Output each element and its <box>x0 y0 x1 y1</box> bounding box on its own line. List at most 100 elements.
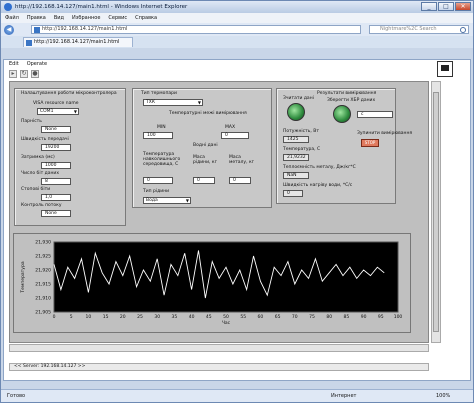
zoom-level[interactable]: 100% <box>436 393 450 399</box>
heating-rate-field: 0 <box>283 190 303 197</box>
search-placeholder: Nightmare%2C Search <box>380 26 437 32</box>
address-url: http://192.168.14.127/main1.html <box>42 26 128 32</box>
max-field[interactable]: 0 <box>221 132 249 139</box>
vertical-scrollbar[interactable] <box>431 81 441 343</box>
run-arrow-icon[interactable]: ▸ <box>9 70 17 78</box>
x-tick-label: 30 <box>154 314 160 320</box>
tab-bar: ★ http://192.168.14.127/main1.html <box>1 36 473 81</box>
minimize-button[interactable]: _ <box>421 2 437 11</box>
max-label: MAX <box>225 125 236 130</box>
sensor-type-select[interactable]: ТХК <box>143 99 203 106</box>
y-tick-label: 21,910 <box>35 296 51 302</box>
min-label: MIN <box>157 125 166 130</box>
read-data-led[interactable] <box>287 103 305 121</box>
browser-window: http://192.168.14.127/main1.html - Windo… <box>0 0 474 403</box>
water-section-label: Водні дані <box>193 143 218 148</box>
y-tick-label: 21,925 <box>35 254 51 260</box>
flow-field[interactable]: None <box>41 210 71 217</box>
x-tick-label: 25 <box>137 314 143 320</box>
y-tick-label: 21,915 <box>35 282 51 288</box>
liquid-type-select[interactable]: Вода <box>143 197 191 204</box>
baud-label: Швидкість передачі <box>21 137 69 142</box>
visa-select[interactable]: COM1 <box>37 108 79 115</box>
menu-bar: Файл Правка Вид Избранное Сервис Справка <box>1 13 473 23</box>
menu-help[interactable]: Справка <box>135 15 157 21</box>
back-button[interactable]: ◀ <box>4 24 14 35</box>
results-box: Результати вимірювання Зчитати дані Збер… <box>276 88 412 204</box>
y-axis-label: Температура <box>20 261 26 293</box>
search-icon[interactable] <box>460 27 466 33</box>
parity-field[interactable]: None <box>41 126 71 133</box>
x-tick-label: 75 <box>309 314 315 320</box>
y-tick-label: 21,905 <box>35 310 51 316</box>
mcu-settings-title: Налаштування роботи мікроконтролера <box>21 91 117 96</box>
x-tick-label: 10 <box>86 314 92 320</box>
maximize-button[interactable]: □ <box>438 2 454 11</box>
labview-toolbar: ▸ ↻ ● <box>9 70 39 78</box>
stop-button[interactable]: STOP <box>361 139 379 147</box>
server-status: << Server: 192.168.14.127 >> <box>9 363 429 371</box>
x-tick-label: 65 <box>275 314 281 320</box>
menu-edit[interactable]: Правка <box>27 15 46 21</box>
x-tick-label: 95 <box>378 314 384 320</box>
baud-field[interactable]: 19200 <box>41 144 71 151</box>
min-field[interactable]: 100 <box>143 132 173 139</box>
menu-view[interactable]: Вид <box>54 15 64 21</box>
water-temp-field[interactable]: 0 <box>143 177 173 184</box>
page-icon <box>34 27 40 33</box>
x-tick-label: 50 <box>223 314 229 320</box>
mass-field[interactable]: 0 <box>193 177 215 184</box>
stopbits-label: Стопові біти <box>21 187 51 192</box>
delay-field[interactable]: 1000 <box>41 162 71 169</box>
menu-tools[interactable]: Сервис <box>108 15 127 21</box>
menu-file[interactable]: Файл <box>5 15 19 21</box>
sensor-type-label: Тип термопари <box>141 91 177 96</box>
power-label: Потужність, Вт <box>283 129 319 134</box>
databits-field[interactable]: 8 <box>41 178 71 185</box>
flow-label: Контроль потоку <box>21 203 62 208</box>
status-done: Готово <box>7 393 26 399</box>
heat-capacity-field: NaN <box>283 172 309 179</box>
run-continuous-icon[interactable]: ↻ <box>20 70 28 78</box>
power-field: 1425 <box>283 136 309 143</box>
x-tick-label: 55 <box>240 314 246 320</box>
window-title: http://192.168.14.127/main1.html - Windo… <box>15 4 188 10</box>
vi-icon <box>437 61 453 77</box>
tab-main[interactable]: http://192.168.14.127/main1.html <box>23 37 133 47</box>
title-bar: http://192.168.14.127/main1.html - Windo… <box>1 1 473 13</box>
plot-area <box>53 241 399 313</box>
results-title: Результати вимірювання <box>317 91 377 96</box>
address-field[interactable]: http://192.168.14.127/main1.html <box>31 25 361 34</box>
scroll-thumb[interactable] <box>433 92 439 332</box>
lv-menu-operate[interactable]: Operate <box>27 61 47 67</box>
tab-label: http://192.168.14.127/main1.html <box>34 39 120 45</box>
metal-mass-field[interactable]: 0 <box>229 177 251 184</box>
delay-label: Затримка (мс) <box>21 155 55 160</box>
search-field[interactable]: Nightmare%2C Search <box>369 25 469 34</box>
temp-range-label: Температурні межі вимірювання <box>169 111 247 116</box>
menu-favorites[interactable]: Избранное <box>72 15 100 21</box>
x-tick-label: 85 <box>344 314 350 320</box>
x-tick-label: 35 <box>172 314 178 320</box>
temperature-chart-frame: 21,905 21,910 21,915 21,920 21,925 21,930 0 5 10… <box>13 233 411 333</box>
water-temp-label: Температура навколишнього середовища, С <box>143 152 181 167</box>
y-tick-label: 21,920 <box>35 268 51 274</box>
x-tick-label: 45 <box>206 314 212 320</box>
address-bar: ◀ http://192.168.14.127/main1.html Night… <box>1 23 473 36</box>
status-bar: Готово Интернет 100% <box>1 389 473 402</box>
temp-field: 21,9232 <box>283 154 309 161</box>
ie-icon <box>4 3 12 11</box>
sensor-settings-box: Тип термопари ТХК Температурні межі вимі… <box>132 88 272 208</box>
x-tick-label: 60 <box>258 314 264 320</box>
labview-menu: Edit Operate <box>9 61 47 67</box>
databits-label: Число біт даних <box>21 171 60 176</box>
file-path-field[interactable]: c <box>357 111 393 118</box>
horizontal-scrollbar[interactable] <box>9 344 429 352</box>
temperature-chart: 21,905 21,910 21,915 21,920 21,925 21,930 0 5 10… <box>20 240 402 327</box>
stopbits-field[interactable]: 1,0 <box>41 194 71 201</box>
x-axis-label: Час <box>222 320 231 326</box>
save-data-led[interactable] <box>333 105 351 123</box>
abort-icon[interactable]: ● <box>31 70 39 78</box>
close-button[interactable]: ✕ <box>455 2 471 11</box>
lv-menu-edit[interactable]: Edit <box>9 61 19 67</box>
